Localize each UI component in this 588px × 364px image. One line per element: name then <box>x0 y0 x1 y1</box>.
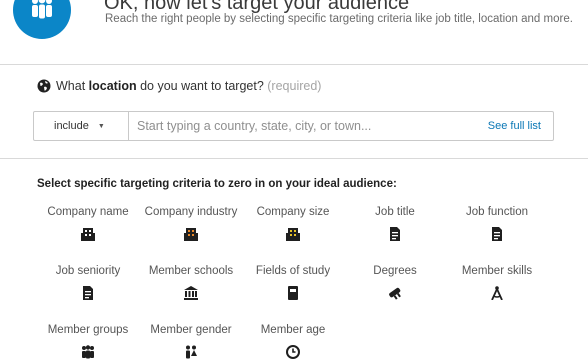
audience-avatar <box>13 0 71 39</box>
globe-icon <box>37 79 51 93</box>
criteria-job-seniority[interactable]: Job seniority <box>28 265 148 300</box>
criteria-label: Member age <box>260 324 326 336</box>
section-divider <box>0 158 588 159</box>
include-label: include <box>54 120 89 132</box>
criteria-company-name[interactable]: Company name <box>28 206 148 241</box>
required-label: (required) <box>267 79 322 93</box>
criteria-member-skills[interactable]: Member skills <box>437 265 557 301</box>
criteria-label: Member groups <box>47 324 129 336</box>
criteria-job-function[interactable]: Job function <box>437 206 557 241</box>
criteria-heading: Select specific targeting criteria to ze… <box>37 178 397 190</box>
location-question: What location do you want to target? (re… <box>37 79 321 93</box>
criteria-label: Member skills <box>461 265 533 277</box>
book-icon <box>286 286 300 300</box>
include-dropdown[interactable]: include ▼ <box>34 112 129 140</box>
header-divider <box>0 64 588 65</box>
see-full-list-link[interactable]: See full list <box>488 120 541 132</box>
people-icon <box>27 0 57 26</box>
page-subtitle: Reach the right people by selecting spec… <box>105 13 573 25</box>
document-icon <box>81 286 95 300</box>
chevron-down-icon: ▼ <box>97 122 105 130</box>
clock-icon <box>286 345 300 359</box>
school-icon <box>184 286 198 300</box>
location-suffix: do you want to target? <box>140 79 264 93</box>
criteria-member-age[interactable]: Member age <box>233 324 353 359</box>
criteria-member-groups[interactable]: Member groups <box>28 324 148 359</box>
criteria-label: Job function <box>465 206 528 218</box>
compass-icon <box>490 286 504 301</box>
diploma-icon <box>388 286 402 300</box>
group-icon <box>81 345 95 359</box>
location-search-input[interactable] <box>137 112 467 140</box>
document-icon <box>388 227 402 241</box>
building-icon <box>81 227 95 241</box>
criteria-label: Job seniority <box>55 265 121 277</box>
location-keyword: location <box>88 79 137 93</box>
criteria-label: Company name <box>47 206 129 218</box>
gender-icon <box>184 345 198 359</box>
location-input-group: include ▼ See full list <box>33 111 554 141</box>
building-color-icon <box>184 227 198 241</box>
location-prefix: What <box>56 79 86 93</box>
document-icon <box>490 227 504 241</box>
building-color-icon <box>286 227 300 241</box>
